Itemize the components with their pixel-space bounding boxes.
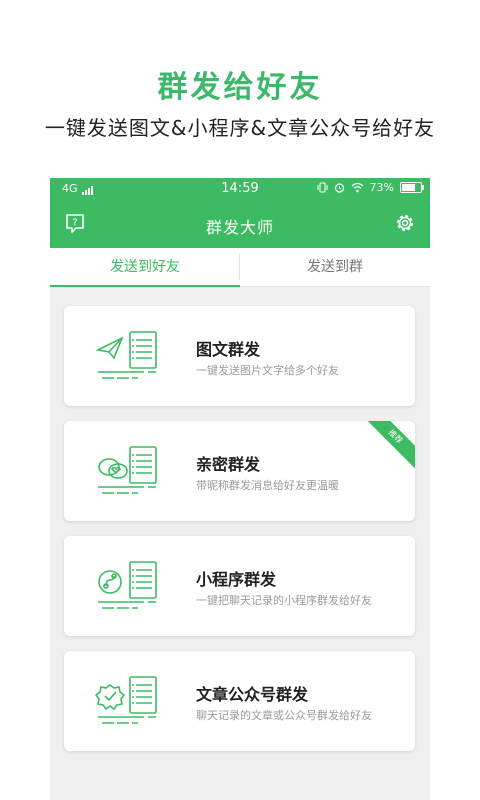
gear-icon[interactable]: [394, 212, 416, 234]
recommend-badge: 推荐: [365, 421, 415, 471]
chat-bubbles-icon: [98, 446, 157, 494]
card-mini-program-broadcast[interactable]: 小程序群发 一键把聊天记录的小程序群发给好友: [64, 536, 415, 636]
card-title: 亲密群发: [196, 455, 261, 474]
recommend-badge-label: 推荐: [365, 421, 415, 471]
card-subtitle: 聊天记录的文章或公众号群发给好友: [196, 709, 372, 722]
app-bar: ? 群发大师: [50, 200, 430, 248]
card-subtitle: 一键发送图片文字给多个好友: [196, 364, 339, 377]
verified-badge-icon: [94, 676, 157, 724]
card-image-text-broadcast[interactable]: 图文群发 一键发送图片文字给多个好友: [64, 306, 415, 406]
card-article-account-broadcast[interactable]: 文章公众号群发 聊天记录的文章或公众号群发给好友: [64, 651, 415, 751]
card-title: 文章公众号群发: [196, 685, 309, 704]
card-title: 小程序群发: [196, 570, 277, 589]
promo-subtitle: 一键发送图文&小程序&文章公众号给好友: [44, 116, 436, 140]
wifi-icon: [351, 182, 363, 193]
app-title: 群发大师: [205, 218, 274, 237]
status-bar: 4G 14:59 73%: [50, 178, 430, 200]
alarm-icon: [334, 183, 344, 193]
card-subtitle: 带昵称群发消息给好友更温暖: [196, 479, 339, 492]
phone-screen: 4G 14:59 73% ? 群发大师 发送到好友 发送到群 图文群发 一键发送…: [50, 178, 430, 800]
tab-send-to-groups[interactable]: 发送到群: [240, 248, 430, 286]
card-subtitle: 一键把聊天记录的小程序群发给好友: [196, 594, 372, 607]
promo-title: 群发给好友: [157, 70, 323, 105]
card-title: 图文群发: [196, 340, 261, 359]
mini-program-icon: [98, 561, 157, 609]
battery-icon: [400, 182, 424, 193]
card-intimate-broadcast[interactable]: 亲密群发 带昵称群发消息给好友更温暖 推荐: [64, 421, 415, 521]
status-icons: 73%: [317, 181, 424, 194]
paper-plane-icon: [95, 331, 157, 379]
vibrate-icon: [317, 182, 328, 193]
tab-send-to-friends[interactable]: 发送到好友: [50, 248, 240, 287]
battery-percent: 73%: [369, 181, 394, 194]
tab-bar: 发送到好友 发送到群: [50, 248, 430, 287]
